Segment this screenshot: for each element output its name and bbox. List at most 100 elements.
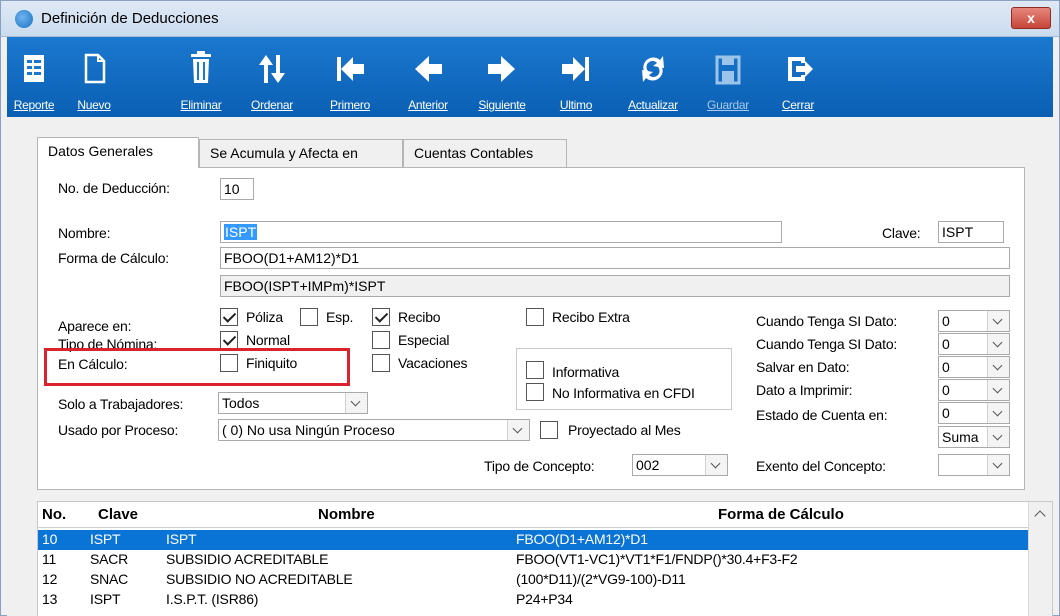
cuando-tenga-2-combo[interactable]: 0 [938, 333, 1010, 355]
column-header-forma-calculo[interactable]: Forma de Cálculo [718, 506, 844, 523]
row-no: 13 [42, 591, 58, 607]
refresh-button[interactable]: Actualizar [619, 37, 687, 117]
column-header-no[interactable]: No. [42, 506, 66, 523]
nombre-field[interactable]: ISPT [220, 221, 782, 243]
table-row[interactable]: 11 SACR SUBSIDIO ACREDITABLE FBOO(VT1-VC… [38, 550, 1028, 570]
usado-proceso-combo[interactable]: ( 0) No usa Ningún Proceso [218, 419, 530, 441]
forma-calculo-expanded-field: FBOO(ISPT+IMPm)*ISPT [220, 275, 1010, 297]
informativa-checkbox[interactable] [526, 361, 544, 379]
close-button[interactable]: Cerrar [771, 37, 825, 117]
clave-field[interactable]: ISPT [938, 221, 1004, 243]
previous-button[interactable]: Anterior [397, 37, 459, 117]
chevron-down-icon [987, 455, 1009, 475]
cuando-tenga-1-combo[interactable]: 0 [938, 310, 1010, 332]
table-row[interactable]: 12 SNAC SUBSIDIO NO ACREDITABLE (100*D11… [38, 570, 1028, 590]
no-deduccion-label: No. de Deducción: [58, 180, 170, 196]
toolbar: Reporte Nuevo Eliminar Ordenar Primero A… [7, 37, 1053, 117]
recibo-checkbox[interactable] [372, 308, 390, 326]
exento-label: Exento del Concepto: [756, 458, 886, 474]
no-informativa-label: No Informativa en CFDI [552, 385, 695, 401]
new-label: Nuevo [77, 98, 111, 112]
scroll-up-icon[interactable] [1034, 510, 1046, 522]
next-icon [488, 56, 515, 82]
next-button[interactable]: Siguiente [467, 37, 537, 117]
exit-icon [788, 57, 813, 81]
no-deduccion-field[interactable]: 10 [220, 178, 254, 200]
next-label: Siguiente [478, 98, 526, 112]
proyectado-label: Proyectado al Mes [568, 422, 681, 438]
report-label: Reporte [13, 98, 55, 112]
forma-calculo-field[interactable]: FBOO(D1+AM12)*D1 [220, 247, 1010, 269]
recibo-extra-checkbox[interactable] [526, 308, 544, 326]
chevron-down-icon [987, 311, 1009, 331]
tipo-concepto-combo[interactable]: 002 [632, 454, 728, 476]
table-row[interactable]: 13 ISPT I.S.P.T. (ISR86) P24+P34 [38, 590, 1028, 610]
vacaciones-checkbox[interactable] [372, 354, 390, 372]
column-header-clave[interactable]: Clave [98, 506, 138, 523]
poliza-label: Póliza [246, 309, 283, 325]
vertical-scrollbar[interactable] [1028, 502, 1052, 616]
previous-icon [415, 56, 442, 82]
row-no: 11 [42, 551, 57, 567]
tab-datos-generales[interactable]: Datos Generales [37, 137, 199, 168]
salvar-dato-label: Salvar en Dato: [756, 359, 850, 375]
sort-icon [259, 55, 285, 83]
deducciones-table: No. Clave Nombre Forma de Cálculo 10 ISP… [37, 501, 1053, 616]
report-button[interactable]: Reporte [7, 37, 61, 117]
nombre-label: Nombre: [58, 225, 111, 241]
cuando-tenga-2-value: 0 [942, 336, 950, 352]
row-nombre: I.S.P.T. (ISR86) [166, 591, 259, 607]
sort-button[interactable]: Ordenar [241, 37, 303, 117]
proyectado-checkbox[interactable] [540, 421, 558, 439]
row-clave: ISPT [90, 591, 121, 607]
last-icon [562, 57, 589, 81]
tipo-concepto-label: Tipo de Concepto: [484, 458, 595, 474]
save-label: Guardar [707, 98, 749, 112]
salvar-dato-combo[interactable]: 0 [938, 356, 1010, 378]
no-informativa-checkbox[interactable] [526, 383, 544, 401]
trash-icon [191, 51, 211, 83]
close-label: Cerrar [781, 98, 815, 112]
recibo-extra-label: Recibo Extra [552, 309, 630, 325]
chevron-down-icon [987, 403, 1009, 423]
dato-imprimir-combo[interactable]: 0 [938, 379, 1010, 401]
cuando-tenga-1-label: Cuando Tenga SI Dato: [756, 313, 898, 329]
column-header-nombre[interactable]: Nombre [318, 506, 375, 523]
suma-value: Suma [942, 429, 979, 445]
delete-button[interactable]: Eliminar [171, 37, 231, 117]
new-button[interactable]: Nuevo [63, 37, 125, 117]
report-icon [24, 55, 44, 82]
first-button[interactable]: Primero [321, 37, 379, 117]
solo-trabajadores-combo[interactable]: Todos [218, 392, 368, 414]
app-icon [15, 10, 33, 28]
datos-generales-panel: No. de Deducción: 10 Nombre: ISPT Clave:… [37, 167, 1025, 490]
last-button[interactable]: Ultimo [549, 37, 603, 117]
previous-label: Anterior [408, 98, 448, 112]
tab-cuentas-contables[interactable]: Cuentas Contables [403, 139, 567, 167]
chevron-down-icon [705, 455, 727, 475]
suma-combo[interactable]: Suma [938, 426, 1010, 448]
especial-checkbox[interactable] [372, 331, 390, 349]
solo-trabajadores-label: Solo a Trabajadores: [58, 396, 184, 412]
esp-label: Esp. [326, 309, 354, 325]
close-window-button[interactable]: x [1011, 7, 1051, 29]
esp-checkbox[interactable] [300, 308, 318, 326]
row-no: 12 [42, 571, 58, 587]
refresh-icon [642, 56, 664, 82]
save-button[interactable]: Guardar [699, 37, 757, 117]
row-forma-calculo: P24+P34 [516, 591, 573, 607]
chevron-down-icon [987, 380, 1009, 400]
chevron-down-icon [987, 427, 1009, 447]
especial-label: Especial [398, 332, 450, 348]
tipo-concepto-value: 002 [636, 457, 660, 473]
informativa-label: Informativa [552, 364, 620, 380]
normal-checkbox[interactable] [220, 331, 238, 349]
row-forma-calculo: FBOO(D1+AM12)*D1 [516, 531, 648, 547]
estado-cuenta-combo[interactable]: 0 [938, 402, 1010, 424]
normal-label: Normal [246, 332, 290, 348]
table-row[interactable]: 10 ISPT ISPT FBOO(D1+AM12)*D1 [38, 530, 1028, 550]
poliza-checkbox[interactable] [220, 308, 238, 326]
forma-calculo-label: Forma de Cálculo: [58, 250, 169, 266]
tab-se-acumula[interactable]: Se Acumula y Afecta en [199, 139, 403, 167]
exento-combo[interactable] [938, 454, 1010, 476]
